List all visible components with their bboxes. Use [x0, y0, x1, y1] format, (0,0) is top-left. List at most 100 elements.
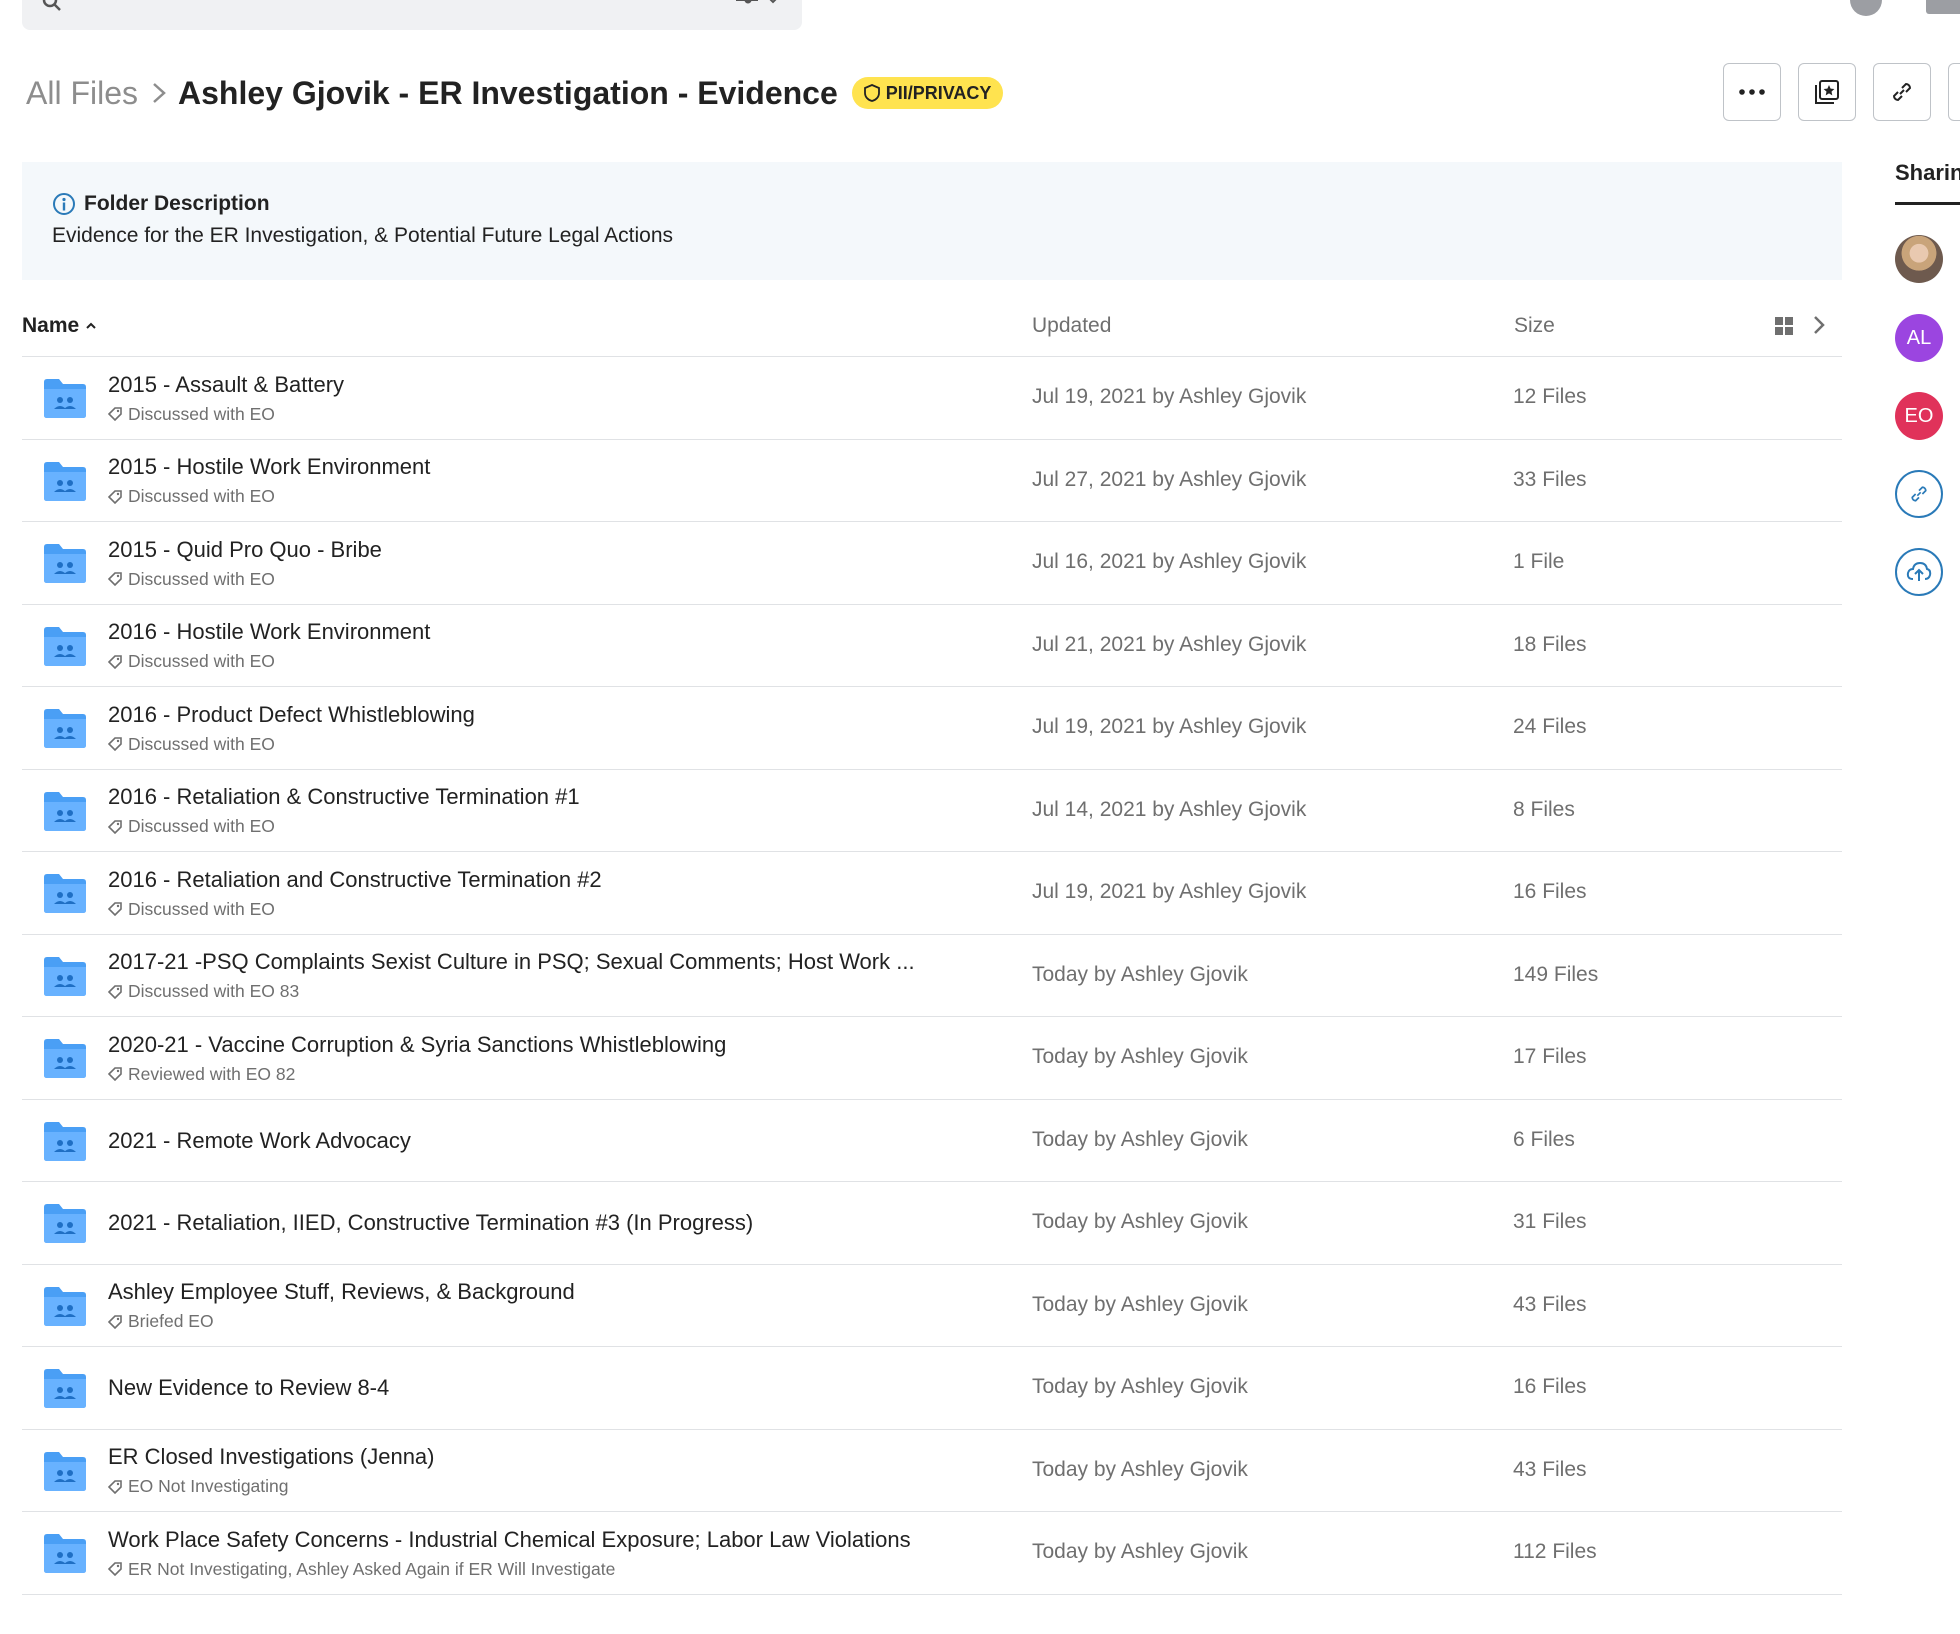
name-column-header[interactable]: Name — [22, 314, 97, 338]
tag-label: ER Not Investigating, Ashley Asked Again… — [128, 1558, 616, 1579]
search-icon — [42, 0, 62, 17]
tag-icon — [108, 1314, 122, 1329]
avatar-al[interactable]: AL — [1895, 314, 1943, 362]
folder-name-link[interactable]: 2017-21 -PSQ Complaints Sexist Culture i… — [108, 949, 915, 975]
row-name-cell: 2015 - Assault & Battery Discussed with … — [108, 357, 344, 439]
table-row[interactable]: 2017-21 -PSQ Complaints Sexist Culture i… — [22, 935, 1842, 1017]
table-row[interactable]: 2016 - Retaliation and Constructive Term… — [22, 852, 1842, 935]
row-name-cell: 2021 - Remote Work Advocacy — [108, 1100, 411, 1182]
row-name-cell: Ashley Employee Stuff, Reviews, & Backgr… — [108, 1265, 575, 1347]
updated-cell: Jul 19, 2021 by Ashley Gjovik — [1032, 715, 1307, 738]
table-row[interactable]: 2015 - Quid Pro Quo - Bribe Discussed wi… — [22, 522, 1842, 605]
size-cell: 1 File — [1513, 550, 1565, 573]
tag-icon — [108, 654, 122, 669]
upload-cloud-icon — [1906, 561, 1932, 581]
filter-icon[interactable] — [734, 0, 780, 13]
classification-badge[interactable]: PII/PRIVACY — [851, 77, 1004, 109]
updated-cell: Today by Ashley Gjovik — [1032, 1127, 1248, 1151]
shared-link-button[interactable] — [1895, 470, 1943, 518]
copy-link-button[interactable] — [1873, 63, 1931, 121]
table-row[interactable]: 2021 - Retaliation, IIED, Constructive T… — [22, 1182, 1842, 1265]
search-bar[interactable] — [22, 0, 802, 30]
size-cell: 31 Files — [1513, 1210, 1587, 1233]
mail-icon[interactable] — [1926, 0, 1960, 14]
avatar-eo[interactable]: EO — [1895, 392, 1943, 440]
tag-label: Discussed with EO — [128, 403, 275, 424]
table-row[interactable]: 2015 - Hostile Work Environment Discusse… — [22, 440, 1842, 522]
folder-name-link[interactable]: 2020-21 - Vaccine Corruption & Syria San… — [108, 1032, 726, 1058]
row-tag: Discussed with EO — [108, 486, 430, 507]
tab-sharing[interactable]: Sharin — [1895, 160, 1960, 186]
more-options-button[interactable] — [1723, 63, 1781, 121]
table-row[interactable]: 2016 - Hostile Work Environment Discusse… — [22, 605, 1842, 687]
size-cell: 33 Files — [1513, 467, 1587, 491]
shared-folder-icon — [42, 872, 88, 919]
search-input[interactable] — [84, 0, 588, 6]
table-row[interactable]: 2016 - Retaliation & Constructive Termin… — [22, 770, 1842, 852]
size-cell: 43 Files — [1513, 1457, 1587, 1481]
tag-label: Discussed with EO — [128, 568, 275, 589]
updated-cell: Jul 27, 2021 by Ashley Gjovik — [1032, 467, 1307, 491]
row-name-cell: 2015 - Hostile Work Environment Discusse… — [108, 440, 430, 522]
row-name-cell: 2020-21 - Vaccine Corruption & Syria San… — [108, 1017, 726, 1099]
table-row[interactable]: Work Place Safety Concerns - Industrial … — [22, 1512, 1842, 1595]
table-row[interactable]: New Evidence to Review 8-4 Today by Ashl… — [22, 1347, 1842, 1430]
size-cell: 17 Files — [1513, 1045, 1587, 1068]
size-cell: 8 Files — [1513, 797, 1575, 821]
row-tag: ER Not Investigating, Ashley Asked Again… — [108, 1559, 911, 1580]
upload-button[interactable] — [1895, 548, 1943, 596]
row-tag: Discussed with EO — [108, 569, 382, 590]
updated-cell: Jul 16, 2021 by Ashley Gjovik — [1032, 550, 1307, 573]
folder-name-link[interactable]: 2016 - Retaliation & Constructive Termin… — [108, 784, 580, 810]
folder-name-link[interactable]: 2016 - Retaliation and Constructive Term… — [108, 867, 602, 893]
folder-name-link[interactable]: Ashley Employee Stuff, Reviews, & Backgr… — [108, 1279, 575, 1305]
folder-name-link[interactable]: 2016 - Hostile Work Environment — [108, 619, 430, 645]
updated-cell: Today by Ashley Gjovik — [1032, 1045, 1248, 1068]
folder-name-link[interactable]: 2021 - Retaliation, IIED, Constructive T… — [108, 1210, 753, 1236]
shared-folder-icon — [42, 790, 88, 837]
grid-view-icon[interactable] — [1774, 316, 1794, 342]
table-row[interactable]: ER Closed Investigations (Jenna) EO Not … — [22, 1430, 1842, 1512]
folder-name-link[interactable]: 2015 - Hostile Work Environment — [108, 454, 430, 480]
row-name-cell: 2016 - Product Defect Whistleblowing Dis… — [108, 687, 475, 769]
shared-folder-icon — [42, 1120, 88, 1167]
tag-label: Discussed with EO — [128, 486, 275, 506]
help-icon[interactable] — [1850, 0, 1882, 16]
row-tag: Discussed with EO — [108, 734, 475, 755]
table-row[interactable]: Ashley Employee Stuff, Reviews, & Backgr… — [22, 1265, 1842, 1347]
folder-name-link[interactable]: Work Place Safety Concerns - Industrial … — [108, 1527, 911, 1553]
tag-icon — [108, 1479, 122, 1494]
tag-icon — [108, 737, 122, 751]
updated-column-header[interactable]: Updated — [1032, 314, 1111, 338]
folder-name-link[interactable]: 2015 - Quid Pro Quo - Bribe — [108, 537, 382, 563]
table-row[interactable]: 2015 - Assault & Battery Discussed with … — [22, 357, 1842, 440]
avatar[interactable] — [1895, 235, 1943, 283]
table-row[interactable]: 2016 - Product Defect Whistleblowing Dis… — [22, 687, 1842, 770]
table-row[interactable]: 2020-21 - Vaccine Corruption & Syria San… — [22, 1017, 1842, 1100]
tag-icon — [108, 819, 122, 834]
share-button[interactable] — [1948, 63, 1960, 121]
folder-description: Folder Description Evidence for the ER I… — [22, 162, 1842, 280]
tag-label: Discussed with EO — [128, 816, 275, 836]
folder-name-link[interactable]: 2015 - Assault & Battery — [108, 372, 344, 398]
info-icon — [53, 193, 75, 215]
table-header: Name Updated Size — [22, 310, 1842, 357]
size-cell: 12 Files — [1513, 385, 1587, 408]
size-column-header[interactable]: Size — [1514, 314, 1555, 338]
folder-name-link[interactable]: New Evidence to Review 8-4 — [108, 1375, 389, 1401]
shared-folder-icon — [42, 625, 88, 672]
row-name-cell: New Evidence to Review 8-4 — [108, 1347, 389, 1429]
folder-name-link[interactable]: ER Closed Investigations (Jenna) — [108, 1444, 435, 1470]
table-row[interactable]: 2021 - Remote Work Advocacy Today by Ash… — [22, 1100, 1842, 1182]
chevron-right-icon[interactable] — [1812, 314, 1826, 342]
row-name-cell: 2016 - Retaliation and Constructive Term… — [108, 852, 602, 934]
file-list: 2015 - Assault & Battery Discussed with … — [22, 357, 1842, 1595]
add-to-collection-button[interactable] — [1798, 63, 1856, 121]
tag-icon — [108, 572, 122, 586]
updated-cell: Today by Ashley Gjovik — [1032, 1540, 1248, 1563]
row-tag: Discussed with EO 83 — [108, 981, 915, 1002]
folder-name-link[interactable]: 2021 - Remote Work Advocacy — [108, 1128, 411, 1154]
sort-ascending-icon — [86, 322, 96, 329]
breadcrumb-all-files-link[interactable]: All Files — [26, 75, 138, 112]
folder-name-link[interactable]: 2016 - Product Defect Whistleblowing — [108, 702, 475, 728]
